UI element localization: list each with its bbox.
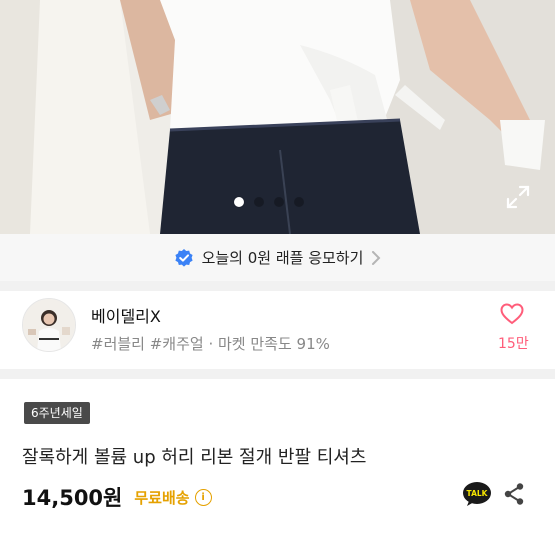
kakao-talk-icon[interactable]: TALK (462, 481, 492, 507)
carousel-dot[interactable] (294, 197, 304, 207)
section-divider (0, 281, 555, 291)
share-icon[interactable] (503, 482, 525, 506)
seller-avatar[interactable] (22, 298, 76, 352)
product-title: 잘록하게 볼륨 up 허리 리본 절개 반팔 티셔츠 (22, 447, 367, 468)
carousel-dots (234, 197, 304, 207)
seller-name[interactable]: 베이델리X (91, 303, 161, 327)
carousel-dot[interactable] (254, 197, 264, 207)
section-divider (0, 369, 555, 379)
info-icon[interactable]: i (194, 488, 212, 506)
chevron-right-icon (372, 250, 381, 265)
product-price: 14,500원 (22, 486, 123, 510)
product-image-carousel[interactable] (0, 0, 555, 234)
seller-section[interactable]: 베이델리X #러블리 #캐주얼 · 마켓 만족도 91% 15만 (0, 291, 555, 367)
carousel-dot[interactable] (234, 197, 244, 207)
free-shipping-label: 무료배송 (134, 488, 190, 507)
raffle-text: 오늘의 0원 래플 응모하기 (201, 249, 364, 267)
like-count: 15만 (498, 336, 529, 352)
expand-icon[interactable] (505, 184, 531, 210)
carousel-dot[interactable] (274, 197, 284, 207)
verified-check-icon (174, 248, 193, 267)
raffle-banner[interactable]: 오늘의 0원 래플 응모하기 (0, 234, 555, 281)
talk-label: TALK (467, 489, 489, 498)
price-row: 14,500원 무료배송 i (22, 482, 212, 512)
heart-icon[interactable] (500, 303, 524, 325)
seller-tags: #러블리 #캐주얼 · 마켓 만족도 91% (91, 335, 330, 353)
sale-badge: 6주년세일 (24, 402, 90, 424)
